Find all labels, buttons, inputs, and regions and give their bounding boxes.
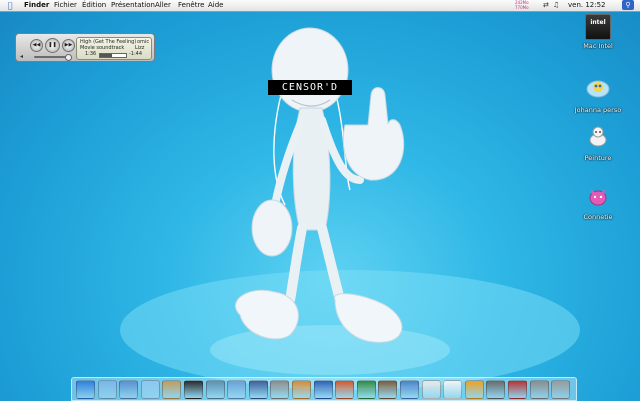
dictionary-icon[interactable] — [378, 380, 398, 399]
pages-icon[interactable] — [464, 380, 484, 399]
desktop-icon-label: Connetie — [583, 213, 613, 221]
floor-reflection — [210, 325, 450, 375]
mail-icon[interactable] — [119, 380, 139, 399]
desktop-icon-label: Mac Intel — [583, 42, 613, 50]
finder-icon[interactable] — [76, 380, 95, 399]
preview-icon[interactable] — [400, 380, 419, 399]
ical-icon[interactable] — [421, 380, 441, 399]
idvd-icon[interactable] — [270, 380, 290, 399]
trash-icon[interactable] — [551, 380, 571, 399]
mascot-head — [271, 27, 349, 113]
word-icon[interactable] — [313, 380, 333, 399]
garageband-icon[interactable] — [292, 380, 311, 399]
ichat-icon[interactable] — [140, 380, 160, 399]
iphoto-icon[interactable] — [205, 380, 225, 399]
excel-icon[interactable] — [356, 380, 376, 399]
itunes-icon[interactable] — [227, 380, 247, 399]
intel-drive-icon: intel — [585, 14, 611, 40]
textedit-icon[interactable] — [443, 380, 463, 399]
dock — [71, 377, 577, 401]
tweety-folder-icon — [586, 80, 610, 98]
mascot-right-hand — [342, 87, 405, 181]
imovie-icon[interactable] — [248, 380, 268, 399]
desktop-icon-connetie[interactable]: Connetie — [568, 183, 628, 221]
system-preferences-icon[interactable] — [529, 380, 549, 399]
mascot-artwork — [120, 27, 580, 390]
dog-folder-icon — [589, 126, 607, 147]
desktop-icon-mac-intel[interactable]: intel Mac Intel — [568, 14, 628, 50]
mascot-left-fist — [251, 199, 293, 257]
powerpoint-icon[interactable] — [335, 380, 355, 399]
photo-booth-icon[interactable] — [508, 380, 527, 399]
safari-icon[interactable] — [97, 380, 117, 399]
pink-cat-folder-icon — [589, 189, 607, 206]
desktop-icon-label: Peinture — [584, 154, 612, 162]
desktop-icon-johanna-perso[interactable]: Johanna perso — [568, 76, 628, 114]
censor-bar: CENSOR'D — [268, 80, 352, 95]
dashboard-icon[interactable] — [184, 380, 203, 399]
address-book-icon[interactable] — [162, 380, 182, 399]
desktop-icon-peinture[interactable]: Peinture — [568, 124, 628, 162]
calculator-icon[interactable] — [486, 380, 506, 399]
desktop-icon-label: Johanna perso — [574, 106, 622, 114]
